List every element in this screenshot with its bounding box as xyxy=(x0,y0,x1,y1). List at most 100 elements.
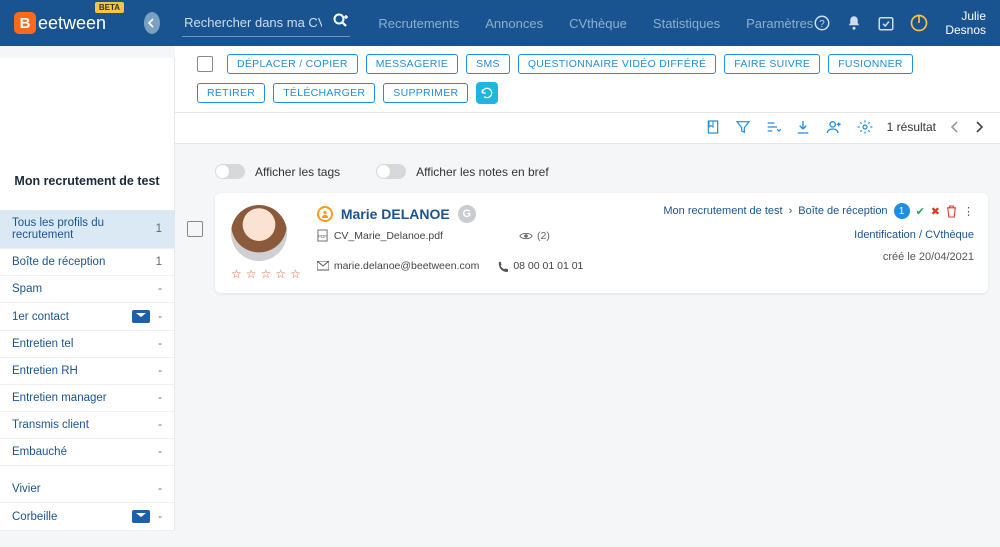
star-icon: ☆ xyxy=(261,267,272,281)
candidate-card[interactable]: ☆ ☆ ☆ ☆ ☆ Marie DELANOE G xyxy=(215,193,988,293)
sidebar-item-embauche[interactable]: Embauché - xyxy=(0,439,174,466)
sidebar-item-transmis-client[interactable]: Transmis client - xyxy=(0,412,174,439)
pdf-icon: PDF xyxy=(317,229,328,242)
sidebar-item-label: 1er contact xyxy=(12,311,69,323)
reject-icon[interactable]: ✖ xyxy=(931,205,940,218)
top-icon-bar: ? xyxy=(813,13,929,33)
sidebar-item-label: Embauché xyxy=(12,446,67,458)
source-g-badge: G xyxy=(458,205,476,223)
nav-cvtheque[interactable]: CVthèque xyxy=(569,16,627,31)
bell-icon[interactable] xyxy=(845,14,863,32)
bc-recruitment[interactable]: Mon recrutement de test xyxy=(663,205,782,217)
star-icon: ☆ xyxy=(275,267,286,281)
nav-annonces[interactable]: Annonces xyxy=(485,16,543,31)
sidebar-item-label: Entretien tel xyxy=(12,338,73,350)
sidebar-item-count: 1 xyxy=(156,223,162,235)
user-first: Julie xyxy=(945,9,986,23)
candidate-phone[interactable]: 08 00 01 01 01 xyxy=(513,260,583,272)
svg-text:?: ? xyxy=(820,19,826,30)
toggle-tags-label: Afficher les tags xyxy=(255,165,340,179)
sidebar-item-all-profiles[interactable]: Tous les profils du recrutement 1 xyxy=(0,210,174,249)
nav-parametres[interactable]: Paramètres xyxy=(746,16,813,31)
toggle-tags[interactable] xyxy=(215,164,245,179)
calendar-check-icon[interactable] xyxy=(877,14,895,32)
toggle-row: Afficher les tags Afficher les notes en … xyxy=(215,164,988,179)
chevron-right-icon: › xyxy=(789,205,793,217)
search-icon[interactable] xyxy=(332,12,348,28)
bc-count-badge: 1 xyxy=(894,203,910,219)
cv-filename[interactable]: CV_Marie_Delanoe.pdf xyxy=(334,230,443,242)
sidebar-title: Mon recrutement de test xyxy=(0,174,174,210)
sidebar-item-1er-contact[interactable]: 1er contact - xyxy=(0,303,174,331)
sidebar-item-label: Entretien RH xyxy=(12,365,78,377)
sidebar: Mon recrutement de test Tous les profils… xyxy=(0,58,175,531)
top-bar: B eetween BETA Recrutements Annonces CVt… xyxy=(0,0,1000,46)
help-icon[interactable]: ? xyxy=(813,14,831,32)
sidebar-item-label: Transmis client xyxy=(12,419,89,431)
person-icon xyxy=(317,206,333,222)
star-icon: ☆ xyxy=(231,267,242,281)
row-checkbox[interactable] xyxy=(187,221,203,237)
sidebar-item-vivier[interactable]: Vivier - xyxy=(0,476,174,503)
nav-recrutements[interactable]: Recrutements xyxy=(378,16,459,31)
mail-icon xyxy=(132,510,150,523)
sidebar-item-entretien-manager[interactable]: Entretien manager - xyxy=(0,385,174,412)
sidebar-item-label: Vivier xyxy=(12,483,41,495)
sidebar-item-count: - xyxy=(158,311,162,323)
sidebar-item-count: 1 xyxy=(156,256,162,268)
nav-statistiques[interactable]: Statistiques xyxy=(653,16,720,31)
arrow-left-icon xyxy=(147,18,157,28)
logo-badge: B xyxy=(14,12,36,34)
sidebar-item-label: Corbeille xyxy=(12,511,57,523)
sidebar-item-label: Tous les profils du recrutement xyxy=(12,217,156,241)
back-button[interactable] xyxy=(144,12,160,34)
content-area: Afficher les tags Afficher les notes en … xyxy=(175,58,1000,531)
sidebar-item-label: Entretien manager xyxy=(12,392,107,404)
toggle-notes-label: Afficher les notes en bref xyxy=(416,165,549,179)
view-count: (2) xyxy=(537,230,550,242)
sidebar-item-count: - xyxy=(158,392,162,404)
sidebar-item-count: - xyxy=(158,483,162,495)
sidebar-item-count: - xyxy=(158,446,162,458)
toggle-notes[interactable] xyxy=(376,164,406,179)
sidebar-item-label: Spam xyxy=(12,283,42,295)
sidebar-item-count: - xyxy=(158,283,162,295)
avatar xyxy=(231,205,287,261)
phone-icon xyxy=(497,261,508,272)
star-rating[interactable]: ☆ ☆ ☆ ☆ ☆ xyxy=(231,267,301,281)
trash-icon[interactable] xyxy=(946,205,957,218)
sidebar-item-corbeille[interactable]: Corbeille - xyxy=(0,503,174,531)
sidebar-item-count: - xyxy=(158,365,162,377)
sidebar-item-entretien-tel[interactable]: Entretien tel - xyxy=(0,331,174,358)
sidebar-item-label: Boîte de réception xyxy=(12,256,105,268)
email-icon xyxy=(317,261,329,271)
card-right: Mon recrutement de test › Boîte de récep… xyxy=(663,203,974,263)
sidebar-item-count: - xyxy=(158,419,162,431)
svg-text:PDF: PDF xyxy=(318,234,327,239)
star-icon: ☆ xyxy=(290,267,301,281)
more-icon[interactable]: ⋮ xyxy=(963,205,974,218)
bc-stage[interactable]: Boîte de réception xyxy=(798,205,887,217)
sidebar-item-count: - xyxy=(158,511,162,523)
candidate-name[interactable]: Marie DELANOE xyxy=(341,206,450,222)
beta-badge: BETA xyxy=(95,2,124,13)
user-last: Desnos xyxy=(945,23,986,37)
star-icon: ☆ xyxy=(246,267,257,281)
eye-icon xyxy=(519,231,533,241)
logo-text: eetween xyxy=(38,13,106,34)
candidate-email[interactable]: marie.delanoe@beetween.com xyxy=(334,260,480,272)
search-field[interactable] xyxy=(182,9,350,37)
sidebar-item-count: - xyxy=(158,338,162,350)
sidebar-item-spam[interactable]: Spam - xyxy=(0,276,174,303)
sidebar-item-entretien-rh[interactable]: Entretien RH - xyxy=(0,358,174,385)
candidate-row: ☆ ☆ ☆ ☆ ☆ Marie DELANOE G xyxy=(187,193,988,293)
user-name[interactable]: Julie Desnos xyxy=(945,9,986,38)
search-input[interactable] xyxy=(182,9,350,36)
sidebar-item-inbox[interactable]: Boîte de réception 1 xyxy=(0,249,174,276)
main-nav: Recrutements Annonces CVthèque Statistiq… xyxy=(378,16,813,31)
identification-link[interactable]: Identification / CVthèque xyxy=(663,229,974,241)
created-date: créé le 20/04/2021 xyxy=(663,251,974,263)
accept-icon[interactable]: ✔ xyxy=(916,205,925,218)
mail-icon xyxy=(132,310,150,323)
power-icon[interactable] xyxy=(909,13,929,33)
